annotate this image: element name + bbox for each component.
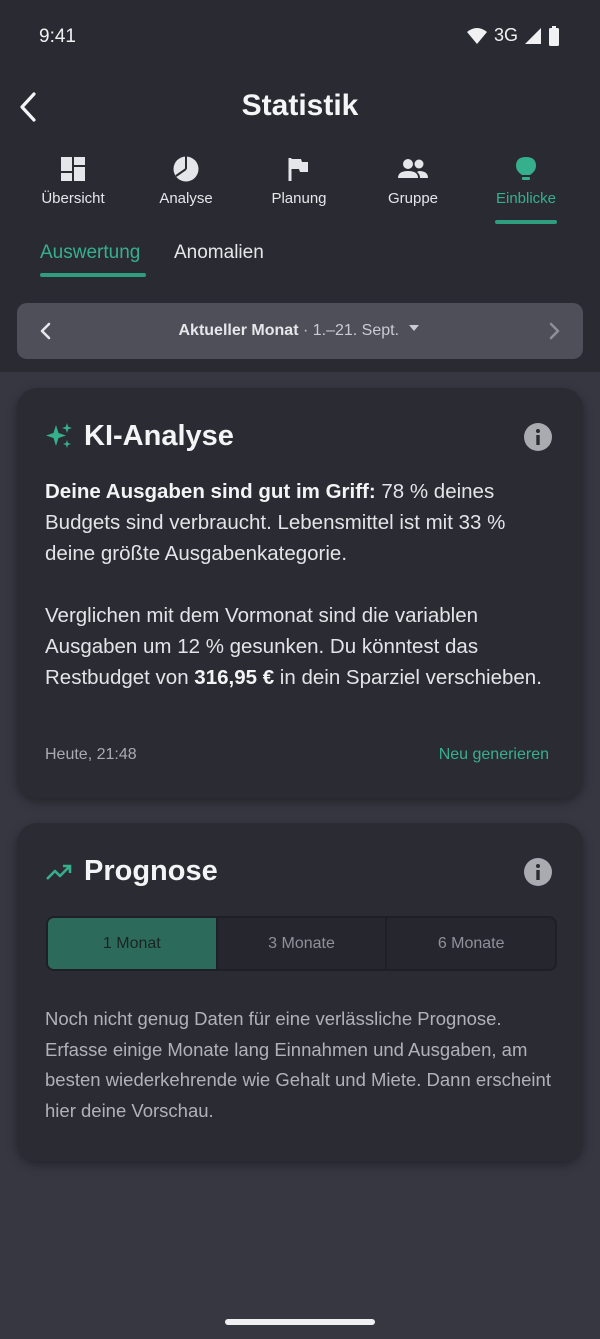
home-indicator[interactable] bbox=[225, 1319, 375, 1325]
ai-comparison-suffix: in dein Sparziel verschieben. bbox=[274, 666, 542, 689]
tab-overview[interactable]: Übersicht bbox=[16, 156, 130, 207]
ai-summary-paragraph: Deine Ausgaben sind gut im Griff: 78 % d… bbox=[45, 476, 560, 569]
forecast-card-title: Prognose bbox=[84, 855, 218, 887]
dropdown-arrow-icon bbox=[409, 325, 420, 331]
ai-analysis-card: KI-Analyse Deine Ausgaben sind gut im Gr… bbox=[17, 388, 583, 798]
network-type: 3G bbox=[493, 25, 518, 45]
subtab-anomalies[interactable]: Anomalien bbox=[174, 242, 264, 264]
battery-icon bbox=[549, 25, 559, 46]
tab-label: Planung bbox=[271, 190, 327, 207]
forecast-range-selector: 1 Monat 3 Monate 6 Monate bbox=[46, 916, 557, 971]
tab-analysis[interactable]: Analyse bbox=[129, 156, 243, 207]
wifi-icon bbox=[466, 27, 487, 44]
sparkle-icon bbox=[46, 423, 72, 448]
info-button[interactable] bbox=[524, 423, 552, 451]
tab-label: Analyse bbox=[159, 190, 213, 207]
tab-group[interactable]: Gruppe bbox=[356, 156, 470, 207]
forecast-card: Prognose 1 Monat 3 Monate 6 Monate Noch … bbox=[17, 823, 583, 1161]
pie-chart-icon bbox=[173, 156, 199, 182]
tab-label: Einblicke bbox=[495, 190, 557, 207]
subtab-evaluation[interactable]: Auswertung bbox=[40, 242, 140, 264]
tab-label: Übersicht bbox=[41, 190, 105, 207]
regenerate-button[interactable]: Neu generieren bbox=[439, 746, 549, 764]
range-option-3-months[interactable]: 3 Monate bbox=[215, 918, 386, 969]
ai-comparison-paragraph: Verglichen mit dem Vormonat sind die var… bbox=[45, 600, 560, 693]
tab-insights[interactable]: Einblicke bbox=[469, 156, 583, 207]
ai-card-title: KI-Analyse bbox=[84, 420, 234, 452]
tab-planning[interactable]: Planung bbox=[242, 156, 356, 207]
forecast-empty-message: Noch nicht genug Daten für eine verlässl… bbox=[45, 1008, 551, 1121]
flag-icon bbox=[288, 158, 308, 181]
range-option-1-month[interactable]: 1 Monat bbox=[48, 918, 216, 969]
chevron-right-icon bbox=[549, 322, 560, 340]
signal-icon bbox=[525, 27, 541, 44]
period-range: · 1.–21. Sept. bbox=[302, 322, 400, 339]
period-label: Aktueller Monat bbox=[178, 322, 299, 339]
tab-label: Gruppe bbox=[387, 190, 439, 207]
page-title: Statistik bbox=[241, 89, 359, 122]
period-selector: Aktueller Monat · 1.–21. Sept. bbox=[17, 303, 583, 359]
period-dropdown[interactable]: Aktueller Monat · 1.–21. Sept. bbox=[17, 322, 583, 340]
remaining-budget-amount: 316,95 € bbox=[194, 666, 275, 689]
range-option-6-months[interactable]: 6 Monate bbox=[385, 918, 555, 969]
active-subtab-indicator bbox=[40, 273, 146, 277]
active-tab-indicator bbox=[495, 220, 557, 224]
ai-summary-headline: Deine Ausgaben sind gut im Griff: bbox=[45, 480, 376, 503]
generated-timestamp: Heute, 21:48 bbox=[45, 746, 137, 763]
lightbulb-icon bbox=[516, 157, 536, 180]
status-time: 9:41 bbox=[39, 26, 76, 47]
status-icons: 3G bbox=[466, 25, 560, 46]
info-button[interactable] bbox=[524, 858, 552, 886]
info-icon bbox=[524, 423, 552, 451]
dashboard-icon bbox=[61, 157, 85, 181]
next-period-button[interactable] bbox=[543, 319, 565, 348]
group-icon bbox=[398, 159, 428, 178]
trending-up-icon bbox=[46, 864, 72, 880]
info-icon bbox=[524, 858, 552, 886]
ai-analysis-text: Deine Ausgaben sind gut im Griff: 78 % d… bbox=[45, 476, 560, 693]
